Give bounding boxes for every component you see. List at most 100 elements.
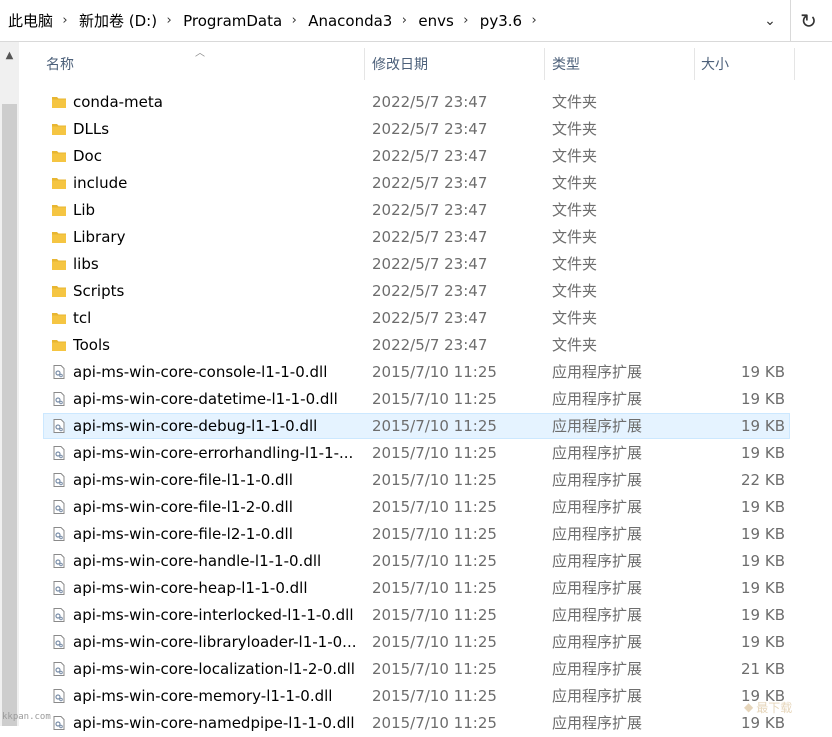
file-type: 应用程序扩展 bbox=[552, 417, 643, 435]
file-modified-date: 2015/7/10 11:25 bbox=[372, 687, 497, 705]
folder-icon bbox=[51, 256, 67, 272]
breadcrumb-chevron-icon[interactable]: › bbox=[161, 13, 177, 28]
refresh-icon: ↻ bbox=[800, 8, 817, 33]
breadcrumb-item[interactable]: py3.6 bbox=[474, 12, 526, 30]
file-type: 文件夹 bbox=[552, 282, 598, 300]
column-header-name[interactable]: 名称 bbox=[46, 42, 356, 86]
breadcrumb-item[interactable]: 此电脑 bbox=[0, 10, 57, 31]
refresh-button[interactable]: ↻ bbox=[790, 0, 826, 41]
file-modified-date: 2022/5/7 23:47 bbox=[372, 147, 488, 165]
file-type: 应用程序扩展 bbox=[552, 390, 643, 408]
file-name: conda-meta bbox=[73, 93, 163, 111]
file-type: 文件夹 bbox=[552, 120, 598, 138]
address-history-dropdown[interactable]: ⌄ bbox=[752, 0, 788, 41]
dll-icon bbox=[51, 499, 67, 515]
file-row[interactable]: api-ms-win-core-namedpipe-l1-1-0.dll 2015… bbox=[19, 710, 832, 737]
folder-icon bbox=[51, 283, 67, 299]
breadcrumb-chevron-icon[interactable]: › bbox=[396, 13, 412, 28]
dll-icon bbox=[51, 472, 67, 488]
file-modified-date: 2022/5/7 23:47 bbox=[372, 309, 488, 327]
breadcrumb-chevron-icon[interactable]: › bbox=[286, 13, 302, 28]
file-modified-date: 2015/7/10 11:25 bbox=[372, 660, 497, 678]
file-row[interactable]: api-ms-win-core-heap-l1-1-0.dll 2015/7/10… bbox=[19, 575, 832, 602]
file-row[interactable]: tcl 2022/5/7 23:47 文件夹 bbox=[19, 305, 832, 332]
folder-icon bbox=[51, 310, 67, 326]
file-row[interactable]: api-ms-win-core-debug-l1-1-0.dll 2015/7/1… bbox=[19, 413, 832, 440]
file-type: 应用程序扩展 bbox=[552, 444, 643, 462]
vertical-scrollbar[interactable]: ▲ bbox=[0, 42, 19, 726]
file-row[interactable]: api-ms-win-core-file-l2-1-0.dll 2015/7/10… bbox=[19, 521, 832, 548]
column-divider[interactable] bbox=[794, 48, 795, 80]
file-size bbox=[701, 89, 785, 116]
dll-icon bbox=[51, 418, 67, 434]
file-size bbox=[701, 170, 785, 197]
file-type: 文件夹 bbox=[552, 309, 598, 327]
file-modified-date: 2022/5/7 23:47 bbox=[372, 174, 488, 192]
breadcrumb-item[interactable]: 新加卷 (D:) bbox=[73, 10, 161, 31]
folder-icon bbox=[51, 337, 67, 353]
file-row[interactable]: api-ms-win-core-libraryloader-l1-1-0... 2… bbox=[19, 629, 832, 656]
file-size: 19 KB bbox=[741, 444, 785, 462]
file-name: api-ms-win-core-debug-l1-1-0.dll bbox=[73, 417, 318, 435]
breadcrumb-chevron-icon[interactable]: › bbox=[526, 13, 542, 28]
dll-icon bbox=[51, 364, 67, 380]
file-row[interactable]: libs 2022/5/7 23:47 文件夹 bbox=[19, 251, 832, 278]
file-row[interactable]: Tools 2022/5/7 23:47 文件夹 bbox=[19, 332, 832, 359]
file-row[interactable]: Doc 2022/5/7 23:47 文件夹 bbox=[19, 143, 832, 170]
column-divider[interactable] bbox=[364, 48, 365, 80]
file-size: 19 KB bbox=[741, 579, 785, 597]
file-name: api-ms-win-core-errorhandling-l1-1-... bbox=[73, 444, 354, 462]
file-modified-date: 2015/7/10 11:25 bbox=[372, 390, 497, 408]
file-row[interactable]: Library 2022/5/7 23:47 文件夹 bbox=[19, 224, 832, 251]
file-name: api-ms-win-core-namedpipe-l1-1-0.dll bbox=[73, 714, 355, 732]
file-modified-date: 2022/5/7 23:47 bbox=[372, 120, 488, 138]
file-name: api-ms-win-core-libraryloader-l1-1-0... bbox=[73, 633, 357, 651]
file-row[interactable]: api-ms-win-core-file-l1-1-0.dll 2015/7/10… bbox=[19, 467, 832, 494]
file-size: 19 KB bbox=[741, 417, 785, 435]
file-size: 19 KB bbox=[741, 525, 785, 543]
file-modified-date: 2015/7/10 11:25 bbox=[372, 363, 497, 381]
file-row[interactable]: conda-meta 2022/5/7 23:47 文件夹 bbox=[19, 89, 832, 116]
file-size: 21 KB bbox=[741, 660, 785, 678]
file-row[interactable]: DLLs 2022/5/7 23:47 文件夹 bbox=[19, 116, 832, 143]
breadcrumb-chevron-icon[interactable]: › bbox=[57, 13, 73, 28]
file-type: 文件夹 bbox=[552, 228, 598, 246]
scrollbar-thumb[interactable] bbox=[2, 104, 17, 726]
file-row[interactable]: api-ms-win-core-localization-l1-2-0.dll 2… bbox=[19, 656, 832, 683]
file-name: api-ms-win-core-heap-l1-1-0.dll bbox=[73, 579, 308, 597]
column-header-type[interactable]: 类型 bbox=[552, 42, 692, 86]
file-modified-date: 2015/7/10 11:25 bbox=[372, 633, 497, 651]
file-name: api-ms-win-core-interlocked-l1-1-0.dll bbox=[73, 606, 354, 624]
file-row[interactable]: api-ms-win-core-datetime-l1-1-0.dll 2015/… bbox=[19, 386, 832, 413]
file-row[interactable]: api-ms-win-core-errorhandling-l1-1-... 20… bbox=[19, 440, 832, 467]
file-name: Lib bbox=[73, 201, 96, 219]
file-name: api-ms-win-core-memory-l1-1-0.dll bbox=[73, 687, 333, 705]
file-name: tcl bbox=[73, 309, 92, 327]
file-name: Doc bbox=[73, 147, 102, 165]
column-divider[interactable] bbox=[544, 48, 545, 80]
column-divider[interactable] bbox=[694, 48, 695, 80]
dll-icon bbox=[51, 607, 67, 623]
file-size: 19 KB bbox=[741, 552, 785, 570]
dll-icon bbox=[51, 391, 67, 407]
file-row[interactable]: include 2022/5/7 23:47 文件夹 bbox=[19, 170, 832, 197]
breadcrumb-item[interactable]: envs bbox=[412, 12, 457, 30]
file-modified-date: 2022/5/7 23:47 bbox=[372, 282, 488, 300]
file-row[interactable]: api-ms-win-core-memory-l1-1-0.dll 2015/7/… bbox=[19, 683, 832, 710]
file-row[interactable]: api-ms-win-core-file-l1-2-0.dll 2015/7/10… bbox=[19, 494, 832, 521]
breadcrumb-item[interactable]: Anaconda3 bbox=[302, 12, 396, 30]
file-row[interactable]: api-ms-win-core-handle-l1-1-0.dll 2015/7/… bbox=[19, 548, 832, 575]
scroll-up-button[interactable]: ▲ bbox=[0, 42, 19, 68]
column-header-date-label: 修改日期 bbox=[372, 57, 428, 73]
breadcrumb-item[interactable]: ProgramData bbox=[177, 12, 286, 30]
breadcrumb: 此电脑 › 新加卷 (D:) › ProgramData › Anaconda3 › envs ›… bbox=[0, 0, 752, 41]
file-row[interactable]: Scripts 2022/5/7 23:47 文件夹 bbox=[19, 278, 832, 305]
column-header-date[interactable]: 修改日期 bbox=[372, 42, 542, 86]
file-row[interactable]: api-ms-win-core-interlocked-l1-1-0.dll 20… bbox=[19, 602, 832, 629]
file-row[interactable]: Lib 2022/5/7 23:47 文件夹 bbox=[19, 197, 832, 224]
file-row[interactable]: api-ms-win-core-console-l1-1-0.dll 2015/7… bbox=[19, 359, 832, 386]
column-header-size[interactable]: 大小 bbox=[701, 42, 791, 86]
breadcrumb-chevron-icon[interactable]: › bbox=[458, 13, 474, 28]
file-type: 文件夹 bbox=[552, 174, 598, 192]
file-name: api-ms-win-core-file-l1-1-0.dll bbox=[73, 471, 293, 489]
